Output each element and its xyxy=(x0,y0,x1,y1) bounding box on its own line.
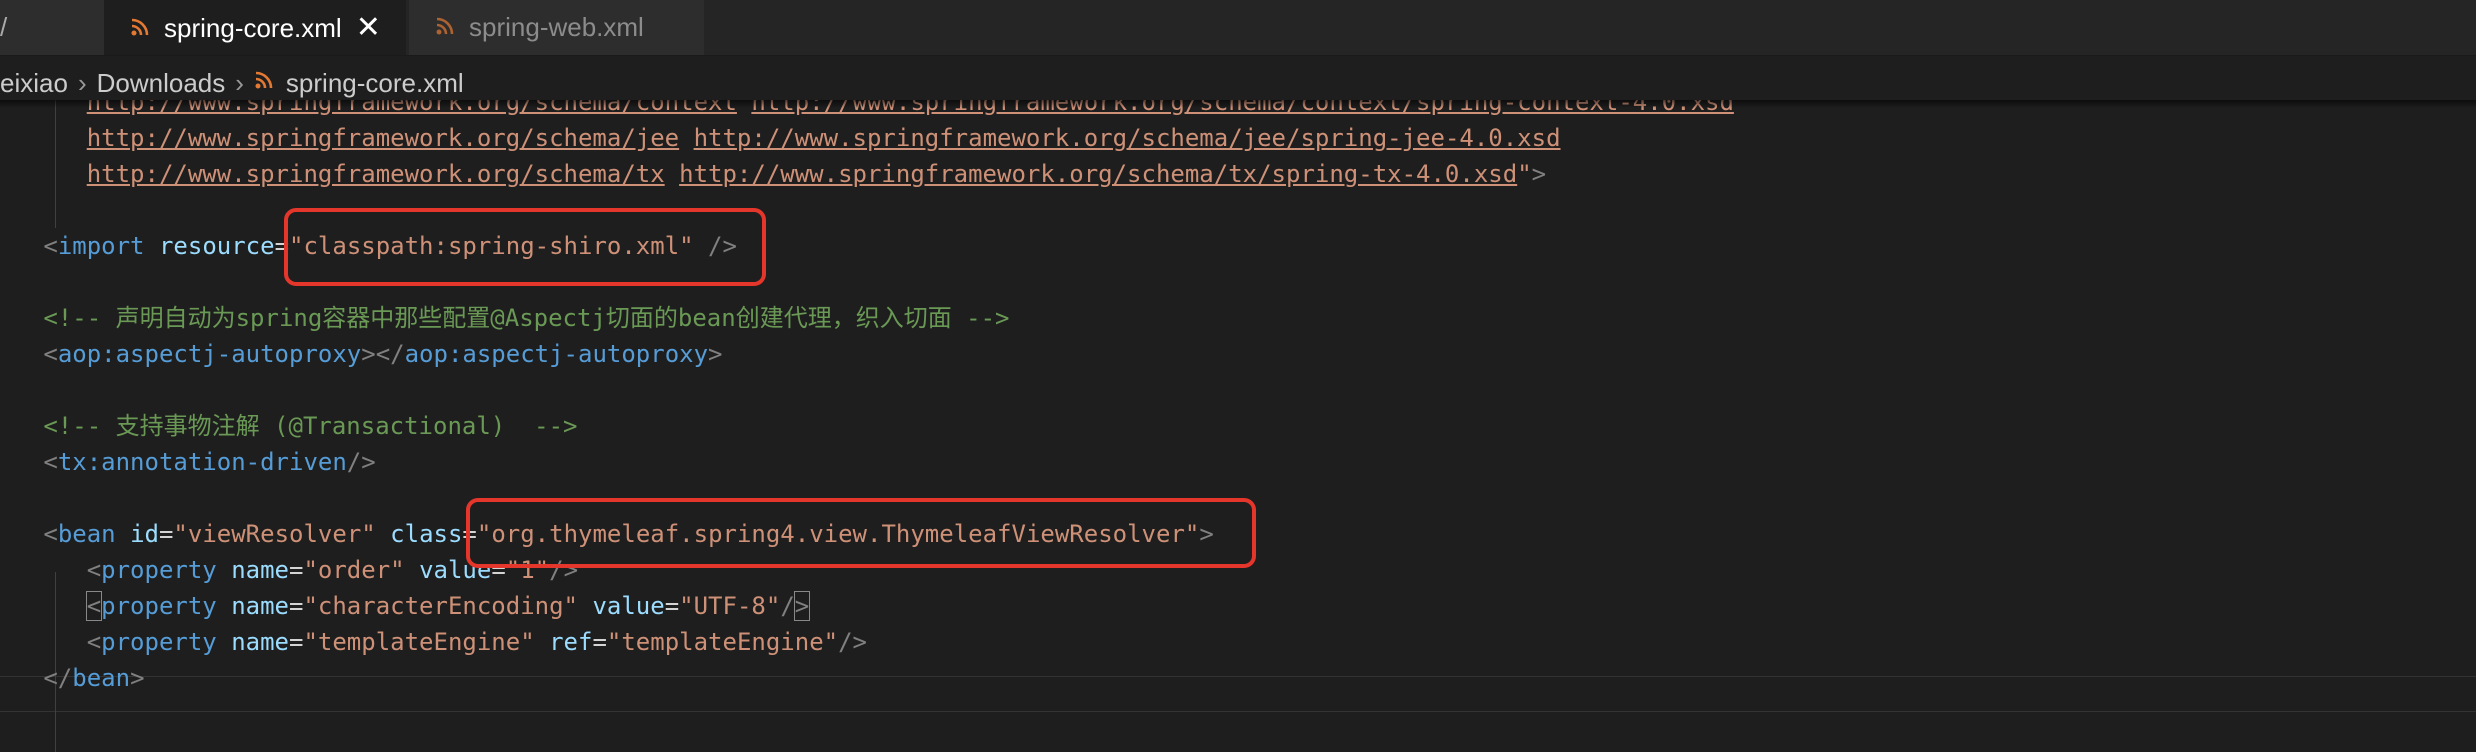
tab-spring-web[interactable]: spring-web.xml xyxy=(408,0,704,55)
breadcrumb: eixiao › Downloads › spring-core.xml xyxy=(0,62,2476,100)
highlight-box-bean-class xyxy=(466,498,1256,568)
code-line[interactable]: </bean> xyxy=(0,660,2476,696)
code-line[interactable]: <tx:annotation-driven/> xyxy=(0,444,2476,480)
code-editor[interactable]: http://www.springframework.org/schema/co… xyxy=(0,84,2476,752)
tab-previous-label: / xyxy=(0,12,8,42)
code-line[interactable]: <property name="templateEngine" ref="tem… xyxy=(0,624,2476,660)
tab-bar: / spring-core.xml ✕ spring-web.xml xyxy=(0,0,2476,56)
code-line[interactable]: <!-- 声明自动为spring容器中那些配置@Aspectj切面的bean创建… xyxy=(0,300,2476,336)
code-line[interactable]: http://www.springframework.org/schema/je… xyxy=(0,120,2476,156)
rss-file-icon xyxy=(255,71,273,89)
rss-file-icon xyxy=(131,18,149,36)
tab-spring-core[interactable]: spring-core.xml ✕ xyxy=(104,0,406,55)
breadcrumb-file[interactable]: spring-core.xml xyxy=(286,68,464,98)
code-line[interactable]: http://www.springframework.org/schema/tx… xyxy=(0,156,2476,192)
close-icon[interactable]: ✕ xyxy=(356,0,381,55)
rss-file-icon xyxy=(436,17,454,35)
code-line-current[interactable]: <property name="characterEncoding" value… xyxy=(0,588,2476,624)
code-line[interactable]: <!-- 支持事物注解 (@Transactional) --> xyxy=(0,408,2476,444)
breadcrumb-folder-downloads[interactable]: Downloads xyxy=(97,68,226,98)
breadcrumb-shadow xyxy=(0,100,2476,108)
tab-label: spring-web.xml xyxy=(469,12,644,42)
highlight-box-import-resource xyxy=(284,208,766,286)
chevron-right-icon: › xyxy=(235,68,244,99)
tab-previous-partial[interactable]: / xyxy=(0,0,104,55)
tab-label: spring-core.xml xyxy=(164,13,342,43)
chevron-right-icon: › xyxy=(77,68,87,99)
code-line[interactable]: <aop:aspectj-autoproxy></aop:aspectj-aut… xyxy=(0,336,2476,372)
breadcrumb-folder-user[interactable]: eixiao xyxy=(0,68,68,98)
